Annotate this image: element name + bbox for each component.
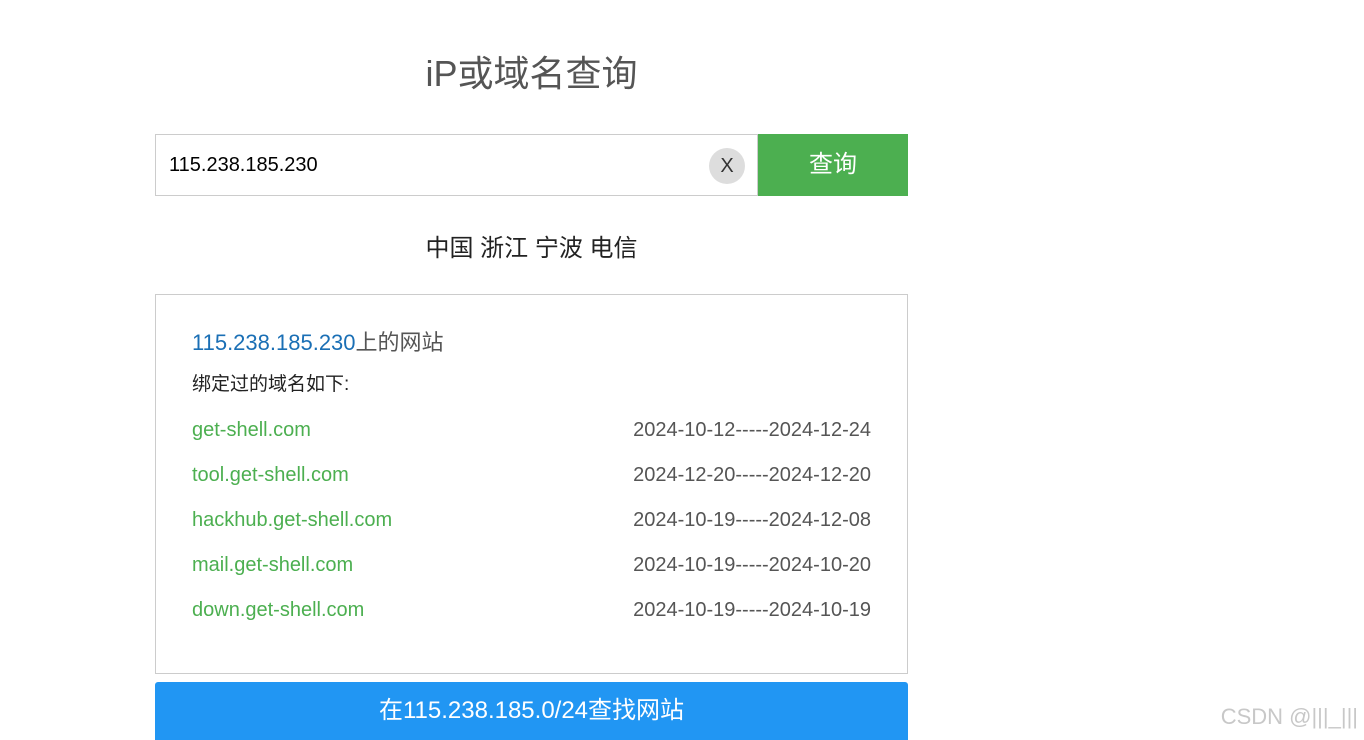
domain-link[interactable]: down.get-shell.com — [192, 588, 364, 633]
result-heading-suffix: 上的网站 — [355, 330, 444, 355]
domain-row: tool.get-shell.com 2024-12-20-----2024-1… — [192, 453, 871, 498]
domain-date-range: 2024-12-20-----2024-12-20 — [633, 464, 871, 486]
bound-domains-label: 绑定过的域名如下: — [192, 374, 350, 395]
domain-row: mail.get-shell.com 2024-10-19-----2024-1… — [192, 543, 871, 588]
find-subnet-sites-button[interactable]: 在115.238.185.0/24查找网站 — [155, 682, 908, 740]
clear-button[interactable]: X — [709, 148, 745, 184]
domain-list: get-shell.com 2024-10-12-----2024-12-24 … — [192, 408, 871, 633]
domain-date-range: 2024-10-12-----2024-12-24 — [633, 419, 871, 441]
ip-location: 中国 浙江 宁波 电信 — [425, 235, 638, 262]
search-box: X — [155, 134, 758, 196]
search-input[interactable] — [156, 135, 757, 195]
domain-link[interactable]: tool.get-shell.com — [192, 453, 349, 498]
result-heading-ip[interactable]: 115.238.185.230 — [192, 330, 356, 355]
domain-date-range: 2024-10-19-----2024-10-20 — [633, 554, 871, 576]
page: iP或域名查询 X 查询 中国 浙江 宁波 电信 115.238.185.230… — [0, 0, 1364, 740]
result-card: 115.238.185.230上的网站 绑定过的域名如下: get-shell.… — [155, 294, 908, 674]
search-bar: X 查询 — [155, 134, 908, 196]
page-title: iP或域名查询 — [425, 53, 638, 94]
domain-row: get-shell.com 2024-10-12-----2024-12-24 — [192, 408, 871, 453]
domain-date-range: 2024-10-19-----2024-10-19 — [633, 599, 871, 621]
domain-link[interactable]: mail.get-shell.com — [192, 543, 353, 588]
watermark: CSDN @|||_||| — [1220, 704, 1358, 729]
query-button[interactable]: 查询 — [758, 134, 908, 196]
domain-row: hackhub.get-shell.com 2024-10-19-----202… — [192, 498, 871, 543]
domain-row: down.get-shell.com 2024-10-19-----2024-1… — [192, 588, 871, 633]
domain-link[interactable]: get-shell.com — [192, 408, 311, 453]
result-heading: 115.238.185.230上的网站 — [192, 327, 871, 359]
domain-link[interactable]: hackhub.get-shell.com — [192, 498, 392, 543]
domain-date-range: 2024-10-19-----2024-12-08 — [633, 509, 871, 531]
